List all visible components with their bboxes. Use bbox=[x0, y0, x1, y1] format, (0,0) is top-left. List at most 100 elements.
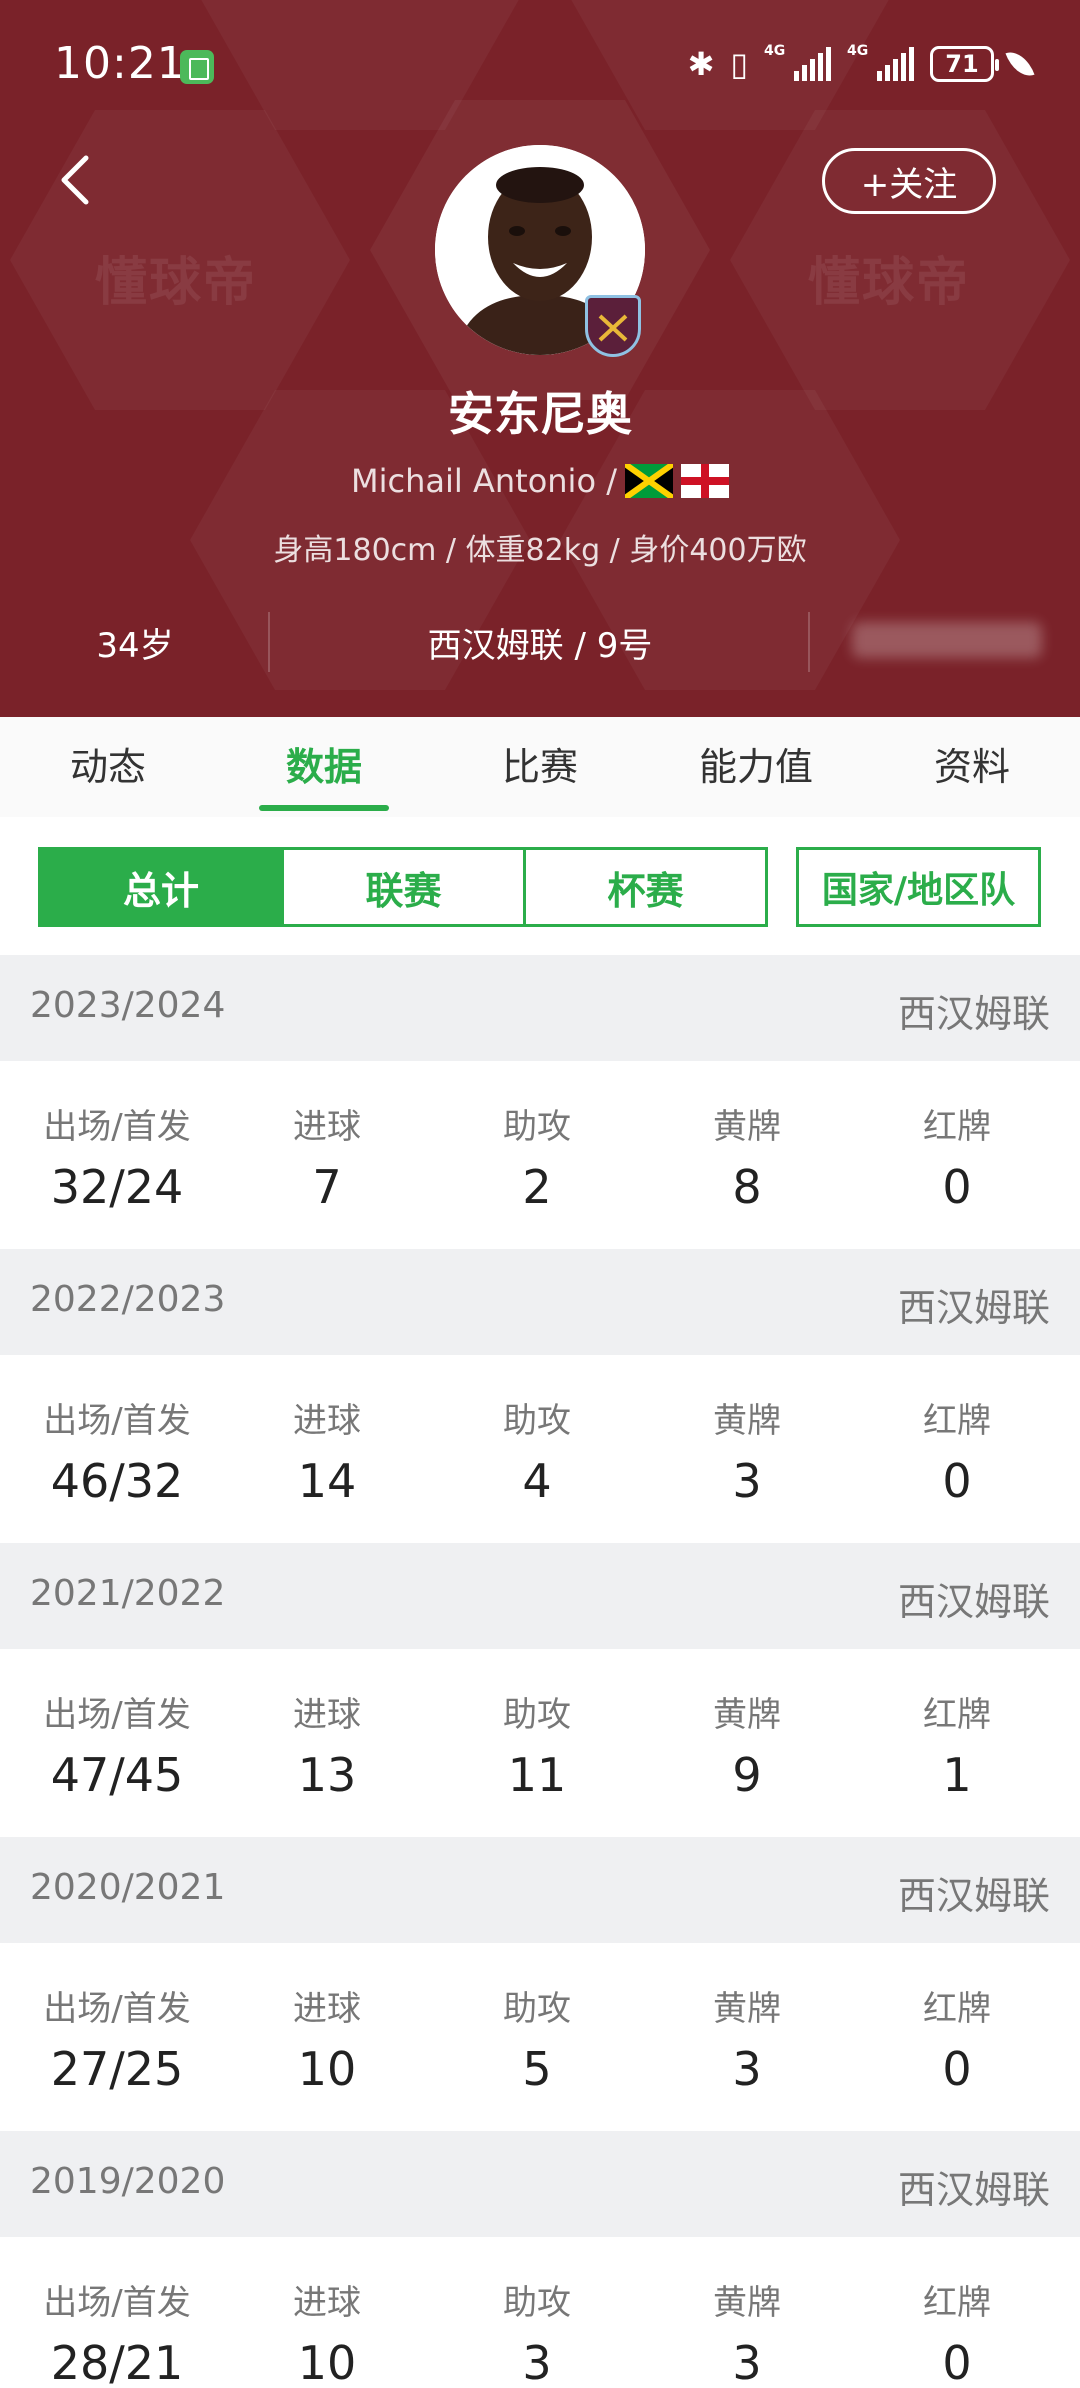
stat-label: 出场/首发 bbox=[43, 1989, 191, 2029]
stat-value: 4 bbox=[522, 1454, 552, 1508]
english-name: Michail Antonio / bbox=[351, 462, 617, 500]
segment-league[interactable]: 联赛 bbox=[281, 847, 526, 927]
stat-red-cards: 红牌 0 bbox=[852, 1061, 1062, 1214]
england-flag-icon bbox=[680, 464, 729, 498]
stat-label: 助攻 bbox=[503, 1401, 571, 1441]
stat-label: 红牌 bbox=[923, 1107, 991, 1147]
season-stats-row: 出场/首发 46/32 进球 14 助攻 4 黄牌 3 红牌 0 bbox=[0, 1355, 1080, 1543]
stat-label: 黄牌 bbox=[713, 1107, 781, 1147]
stat-yellow-cards: 黄牌 3 bbox=[642, 1355, 852, 1508]
stat-assists: 助攻 11 bbox=[432, 1649, 642, 1802]
season-block: 2021/2022 西汉姆联 出场/首发 47/45 进球 13 助攻 11 黄牌 9 … bbox=[0, 1543, 1080, 1837]
english-name-line: Michail Antonio / bbox=[0, 461, 1080, 501]
battery-icon: 71 bbox=[930, 46, 999, 82]
sim-card-icon bbox=[180, 50, 214, 84]
stat-value: 9 bbox=[732, 1748, 762, 1802]
season-stats-row: 出场/首发 47/45 进球 13 助攻 11 黄牌 9 红牌 1 bbox=[0, 1649, 1080, 1837]
tab-ability[interactable]: 能力值 bbox=[648, 717, 864, 817]
main-tabs: 动态 数据 比赛 能力值 资料 bbox=[0, 717, 1080, 817]
vibrate-icon: ▯ bbox=[730, 45, 748, 83]
stat-label: 进球 bbox=[293, 1107, 361, 1147]
body-info: 身高180cm / 体重82kg / 身价400万欧 bbox=[273, 533, 807, 568]
stat-goals: 进球 10 bbox=[222, 2237, 432, 2388]
stat-label: 红牌 bbox=[923, 1695, 991, 1735]
stat-label: 出场/首发 bbox=[43, 2283, 191, 2323]
stat-appearances: 出场/首发 32/24 bbox=[12, 1061, 222, 1214]
status-bar: 10:21 ✱ ▯ 4G 4G 71 bbox=[0, 0, 1080, 130]
back-icon[interactable] bbox=[48, 150, 108, 210]
blurred-info bbox=[852, 622, 1042, 658]
follow-button[interactable]: +关注 bbox=[822, 148, 996, 214]
stat-red-cards: 红牌 1 bbox=[852, 1649, 1062, 1802]
tab-matches[interactable]: 比赛 bbox=[432, 717, 648, 817]
stat-goals: 进球 14 bbox=[222, 1355, 432, 1508]
player-age: 34岁 bbox=[96, 626, 174, 666]
stat-value: 1 bbox=[942, 1748, 972, 1802]
stat-label: 黄牌 bbox=[713, 2283, 781, 2323]
stat-value: 47/45 bbox=[50, 1748, 184, 1802]
season-stats-list: 2023/2024 西汉姆联 出场/首发 32/24 进球 7 助攻 2 黄牌 8 红牌… bbox=[0, 955, 1080, 2388]
season-header: 2022/2023 西汉姆联 bbox=[0, 1249, 1080, 1355]
stat-value: 2 bbox=[522, 1160, 552, 1214]
stat-label: 出场/首发 bbox=[43, 1401, 191, 1441]
signal-icon: 4G bbox=[847, 43, 914, 81]
tab-data[interactable]: 数据 bbox=[216, 717, 432, 817]
stat-value: 11 bbox=[507, 1748, 567, 1802]
stat-value: 8 bbox=[732, 1160, 762, 1214]
stat-red-cards: 红牌 0 bbox=[852, 1943, 1062, 2096]
stat-label: 进球 bbox=[293, 1401, 361, 1441]
stat-value: 28/21 bbox=[50, 2336, 184, 2388]
season-stats-row: 出场/首发 27/25 进球 10 助攻 5 黄牌 3 红牌 0 bbox=[0, 1943, 1080, 2131]
stat-label: 黄牌 bbox=[713, 1695, 781, 1735]
stat-goals: 进球 10 bbox=[222, 1943, 432, 2096]
network-type: 4G bbox=[764, 43, 786, 59]
stat-label: 助攻 bbox=[503, 1989, 571, 2029]
tab-feed[interactable]: 动态 bbox=[0, 717, 216, 817]
stat-appearances: 出场/首发 27/25 bbox=[12, 1943, 222, 2096]
stat-value: 46/32 bbox=[50, 1454, 184, 1508]
season-block: 2022/2023 西汉姆联 出场/首发 46/32 进球 14 助攻 4 黄牌 3 红… bbox=[0, 1249, 1080, 1543]
stat-assists: 助攻 3 bbox=[432, 2237, 642, 2388]
player-club-number[interactable]: 西汉姆联 / 9号 bbox=[270, 618, 810, 667]
season-year: 2022/2023 bbox=[30, 1279, 226, 1320]
segment-total[interactable]: 总计 bbox=[38, 847, 284, 927]
season-header: 2019/2020 西汉姆联 bbox=[0, 2131, 1080, 2237]
season-block: 2020/2021 西汉姆联 出场/首发 27/25 进球 10 助攻 5 黄牌 3 红… bbox=[0, 1837, 1080, 2131]
status-icons: ✱ ▯ 4G 4G 71 bbox=[687, 42, 1035, 86]
season-club: 西汉姆联 bbox=[897, 1580, 1050, 1624]
stat-label: 黄牌 bbox=[713, 1401, 781, 1441]
segment-cup[interactable]: 杯赛 bbox=[523, 847, 768, 927]
season-header: 2020/2021 西汉姆联 bbox=[0, 1837, 1080, 1943]
season-block: 2023/2024 西汉姆联 出场/首发 32/24 进球 7 助攻 2 黄牌 8 红牌… bbox=[0, 955, 1080, 1249]
stat-value: 13 bbox=[297, 1748, 357, 1802]
stat-value: 27/25 bbox=[50, 2042, 184, 2096]
season-year: 2020/2021 bbox=[30, 1867, 226, 1908]
status-time: 10:21 bbox=[54, 38, 186, 89]
stat-label: 红牌 bbox=[923, 1401, 991, 1441]
stat-assists: 助攻 2 bbox=[432, 1061, 642, 1214]
stat-goals: 进球 7 bbox=[222, 1061, 432, 1214]
stat-value: 3 bbox=[732, 1454, 762, 1508]
stat-label: 助攻 bbox=[503, 1695, 571, 1735]
stat-label: 助攻 bbox=[503, 2283, 571, 2323]
signal-icon: 4G bbox=[764, 43, 831, 81]
stat-label: 进球 bbox=[293, 1695, 361, 1735]
player-meta-row: 34岁 西汉姆联 / 9号 bbox=[0, 600, 1080, 680]
stat-yellow-cards: 黄牌 8 bbox=[642, 1061, 852, 1214]
stat-value: 0 bbox=[942, 2042, 972, 2096]
stat-appearances: 出场/首发 47/45 bbox=[12, 1649, 222, 1802]
stat-red-cards: 红牌 0 bbox=[852, 1355, 1062, 1508]
stat-value: 14 bbox=[297, 1454, 357, 1508]
season-year: 2021/2022 bbox=[30, 1573, 226, 1614]
segment-national-team[interactable]: 国家/地区队 bbox=[796, 847, 1041, 927]
season-header: 2023/2024 西汉姆联 bbox=[0, 955, 1080, 1061]
watermark: 懂球帝 bbox=[808, 253, 971, 313]
stat-value: 7 bbox=[312, 1160, 342, 1214]
tab-profile[interactable]: 资料 bbox=[864, 717, 1080, 817]
stat-label: 进球 bbox=[293, 1989, 361, 2029]
bluetooth-icon: ✱ bbox=[687, 45, 715, 83]
stat-value: 5 bbox=[522, 2042, 552, 2096]
stat-value: 10 bbox=[297, 2042, 357, 2096]
stat-value: 3 bbox=[732, 2042, 762, 2096]
club-badge-icon bbox=[585, 295, 641, 357]
